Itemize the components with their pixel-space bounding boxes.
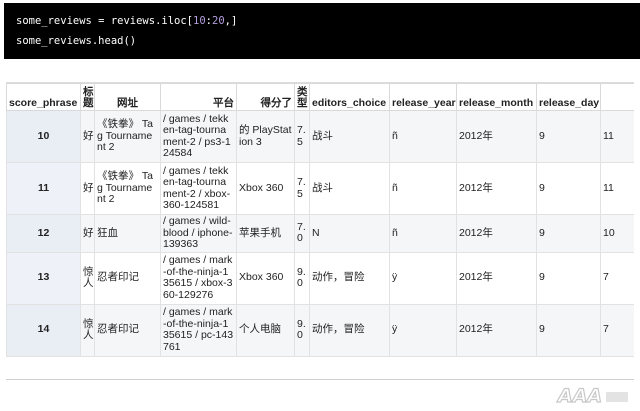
code-number: 10: [193, 15, 206, 27]
table-cell: 战斗: [309, 110, 390, 163]
table-row: 13 惊人 忍者印记 / games / mark-of-the-ninja-1…: [6, 251, 634, 305]
table-row: 10 好 《铁拳》 Tag Tournament 2 / games / tek…: [6, 110, 634, 163]
table-cell: ñ: [389, 110, 457, 163]
table-cell: 7: [600, 303, 634, 357]
table-cell: / games / mark-of-the-ninja-135615 / xbo…: [160, 251, 237, 305]
column-header: 得分了: [236, 83, 295, 111]
table-cell: 2012年: [456, 162, 537, 215]
table-cell: 忍者印记: [94, 251, 161, 305]
table-cell: 10: [600, 214, 634, 253]
table-cell: ñ: [389, 214, 457, 253]
table-cell: 9: [536, 251, 601, 305]
table-cell: 7: [600, 251, 634, 305]
table-cell: 9: [536, 214, 601, 253]
table-cell: 9: [536, 162, 601, 215]
table-row: 12 好 狂血 / games / wild-blood / iphone-13…: [6, 214, 634, 253]
table-cell: 动作，冒险: [309, 251, 390, 305]
table-cell: ÿ: [389, 251, 457, 305]
column-header: 标题: [80, 83, 95, 111]
watermark-text: AAA: [556, 385, 602, 407]
table-cell: 惊人: [80, 251, 95, 305]
table-cell: 2012年: [456, 214, 537, 253]
column-header: release_day: [536, 83, 601, 111]
table-cell: 动作，冒险: [309, 303, 390, 357]
table-cell: / games / wild-blood / iphone-139363: [160, 214, 237, 253]
table-cell: 忍者印记: [94, 303, 161, 357]
row-index: 13: [6, 251, 81, 305]
table-cell: ÿ: [389, 303, 457, 357]
table-cell: 好: [80, 162, 95, 215]
table-cell: Xbox 360: [236, 251, 295, 305]
table-cell: 11: [600, 110, 634, 163]
table-cell: 苹果手机: [236, 214, 295, 253]
row-index: 10: [6, 110, 81, 163]
table-cell: ñ: [389, 162, 457, 215]
table-cell: 好: [80, 110, 95, 163]
dataframe-output: score_phrase 标题 网址 平台 得分了 类型 editors_cho…: [6, 82, 634, 380]
table-cell: 11: [600, 162, 634, 215]
table-cell: 狂血: [94, 214, 161, 253]
table-cell: / games / mark-of-the-ninja-135615 / pc-…: [160, 303, 237, 357]
code-number: 20: [212, 15, 225, 27]
code-line-2: some_reviews.head(): [16, 35, 137, 47]
row-index: 11: [6, 162, 81, 215]
table-row: 14 惊人 忍者印记 / games / mark-of-the-ninja-1…: [6, 303, 634, 357]
table-cell: 9: [536, 303, 601, 357]
column-header: release_month: [456, 83, 537, 111]
table-cell: 7.5: [294, 162, 310, 215]
watermark-mark: [606, 392, 628, 402]
table-cell: 惊人: [80, 303, 95, 357]
table-cell: 的 PlayStation 3: [236, 110, 295, 163]
table-cell: Xbox 360: [236, 162, 295, 215]
table-cell: 7.5: [294, 110, 310, 163]
code-line-1: some_reviews = reviews.iloc[10:20,]: [16, 11, 628, 31]
row-index: 12: [6, 214, 81, 253]
column-header: editors_choice: [309, 83, 390, 111]
table-cell: N: [309, 214, 390, 253]
table-cell: 2012年: [456, 303, 537, 357]
code-cell[interactable]: some_reviews = reviews.iloc[10:20,] some…: [4, 3, 640, 59]
table-cell: 9: [536, 110, 601, 163]
column-header: 平台: [160, 83, 237, 111]
table-cell: 好: [80, 214, 95, 253]
column-header: 网址: [94, 83, 161, 111]
table-cell: / games / tekken-tag-tournament-2 / xbox…: [160, 162, 237, 215]
table-cell: 2012年: [456, 251, 537, 305]
row-index: 14: [6, 303, 81, 357]
table-cell: / games / tekken-tag-tournament-2 / ps3-…: [160, 110, 237, 163]
dataframe-table: score_phrase 标题 网址 平台 得分了 类型 editors_cho…: [6, 83, 634, 357]
table-cell: 《铁拳》 Tag Tournament 2: [94, 162, 161, 215]
table-cell: 9.0: [294, 303, 310, 357]
header-row: score_phrase 标题 网址 平台 得分了 类型 editors_cho…: [6, 83, 634, 111]
code-text: some_reviews = reviews.iloc[: [16, 15, 194, 27]
table-row: 11 好 《铁拳》 Tag Tournament 2 / games / tek…: [6, 162, 634, 215]
column-header: release_year: [389, 83, 457, 111]
table-cell: 9.0: [294, 251, 310, 305]
table-cell: 战斗: [309, 162, 390, 215]
column-header: [600, 83, 634, 111]
column-header: 类型: [294, 83, 310, 111]
code-text: ,]: [224, 15, 238, 27]
table-cell: 个人电脑: [236, 303, 295, 357]
column-header: score_phrase: [6, 83, 81, 111]
watermark-logo: AAA: [556, 384, 628, 407]
table-cell: 《铁拳》 Tag Tournament 2: [94, 110, 161, 163]
table-cell: 7.0: [294, 214, 310, 253]
table-cell: 2012年: [456, 110, 537, 163]
